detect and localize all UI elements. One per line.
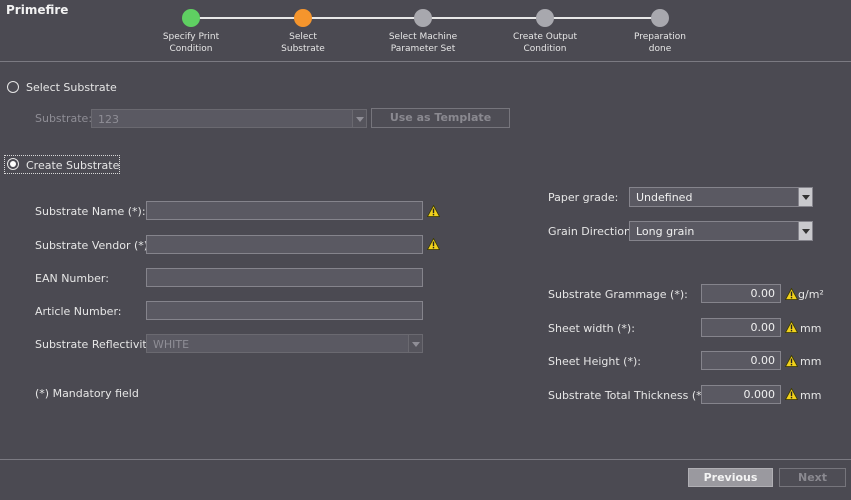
step-1-label: Specify Print Condition (162, 32, 220, 54)
chevron-down-icon (798, 188, 812, 206)
warning-icon (427, 238, 440, 250)
step-5-dot (651, 9, 669, 27)
substrate-dropdown-value: 123 (98, 113, 119, 126)
sheet-width-unit: mm (800, 322, 822, 335)
total-thickness-label: Substrate Total Thickness (*): (548, 389, 710, 402)
reflectivity-label: Substrate Reflectivity: (35, 338, 157, 351)
select-substrate-label[interactable]: Select Substrate (26, 81, 117, 94)
step-2-dot (294, 9, 312, 27)
warning-icon (785, 355, 798, 367)
substrate-dropdown[interactable]: 123 (91, 109, 367, 128)
sheet-width-input[interactable]: 0.00 (701, 318, 781, 337)
total-thickness-input[interactable]: 0.000 (701, 385, 781, 404)
warning-icon (427, 205, 440, 217)
select-substrate-radio[interactable] (7, 81, 19, 93)
sheet-width-label: Sheet width (*): (548, 322, 635, 335)
sheet-height-unit: mm (800, 355, 822, 368)
substrate-name-input[interactable] (146, 201, 423, 220)
grammage-unit: g/m² (798, 288, 824, 301)
step-4-label: Create Output Condition (512, 32, 578, 54)
reflectivity-value: WHITE (153, 338, 190, 351)
chevron-down-icon (798, 222, 812, 240)
paper-grade-dropdown[interactable]: Undefined (629, 187, 813, 207)
substrate-vendor-input[interactable] (146, 235, 423, 254)
article-number-label: Article Number: (35, 305, 122, 318)
next-button[interactable]: Next (779, 468, 846, 487)
warning-icon (785, 388, 798, 400)
mandatory-note: (*) Mandatory field (35, 387, 139, 400)
previous-button[interactable]: Previous (688, 468, 773, 487)
paper-grade-value: Undefined (636, 191, 693, 204)
step-1-dot (182, 9, 200, 27)
step-3-label: Select Machine Parameter Set (388, 32, 458, 54)
chevron-down-icon (352, 110, 366, 127)
total-thickness-unit: mm (800, 389, 822, 402)
grammage-input[interactable]: 0.00 (701, 284, 781, 303)
ean-number-label: EAN Number: (35, 272, 109, 285)
chevron-down-icon (408, 335, 422, 352)
warning-icon (785, 288, 798, 300)
paper-grade-label: Paper grade: (548, 191, 619, 204)
ean-number-input[interactable] (146, 268, 423, 287)
create-substrate-radio[interactable] (7, 158, 19, 170)
sheet-height-label: Sheet Height (*): (548, 355, 641, 368)
use-as-template-button[interactable]: Use as Template (371, 108, 510, 128)
step-5-label: Preparation done (634, 32, 686, 54)
app-title: Primefire (6, 3, 69, 17)
header-divider (0, 61, 851, 62)
grammage-label: Substrate Grammage (*): (548, 288, 688, 301)
step-4-dot (536, 9, 554, 27)
substrate-vendor-label: Substrate Vendor (*): (35, 239, 152, 252)
warning-icon (785, 321, 798, 333)
reflectivity-dropdown[interactable]: WHITE (146, 334, 423, 353)
grain-direction-label: Grain Direction: (548, 225, 635, 238)
create-substrate-label[interactable]: Create Substrate (26, 159, 119, 172)
step-3-dot (414, 9, 432, 27)
footer-divider (0, 459, 851, 460)
step-2-label: Select Substrate (281, 32, 325, 54)
grain-direction-dropdown[interactable]: Long grain (629, 221, 813, 241)
substrate-label: Substrate: (35, 112, 93, 125)
sheet-height-input[interactable]: 0.00 (701, 351, 781, 370)
article-number-input[interactable] (146, 301, 423, 320)
grain-direction-value: Long grain (636, 225, 695, 238)
substrate-name-label: Substrate Name (*): (35, 205, 146, 218)
